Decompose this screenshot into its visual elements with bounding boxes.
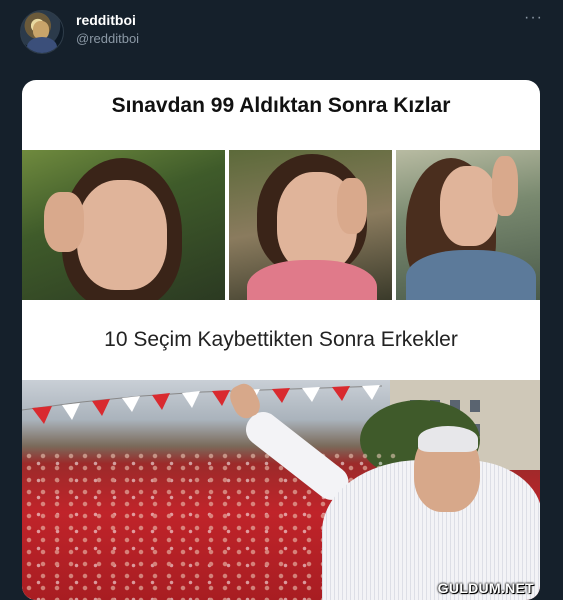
flag-bunting bbox=[22, 385, 383, 424]
rally-crowd-photo bbox=[22, 380, 540, 600]
crying-girls-photo-row bbox=[22, 150, 540, 300]
man-hair bbox=[418, 426, 478, 452]
watermark-logo: GULDUM.NET bbox=[437, 580, 534, 596]
user-handle[interactable]: @redditboi bbox=[76, 31, 139, 46]
avatar-body bbox=[27, 37, 57, 53]
photo-girl-3 bbox=[396, 150, 540, 300]
tweet: redditboi @redditboi ··· Sınavdan 99 Ald… bbox=[0, 0, 563, 600]
photo-girl-2 bbox=[229, 150, 392, 300]
meme-caption-bottom: 10 Seçim Kaybettikten Sonra Erkekler bbox=[104, 328, 458, 351]
meme-caption-top: Sınavdan 99 Aldıktan Sonra Kızlar bbox=[111, 94, 451, 117]
photo-girl-1 bbox=[22, 150, 225, 300]
more-horizontal-icon[interactable]: ··· bbox=[524, 9, 543, 27]
avatar[interactable] bbox=[20, 10, 64, 54]
display-name[interactable]: redditboi bbox=[76, 12, 136, 28]
tweet-image[interactable]: Sınavdan 99 Aldıktan Sonra Kızlar 10 Seç… bbox=[22, 80, 540, 600]
